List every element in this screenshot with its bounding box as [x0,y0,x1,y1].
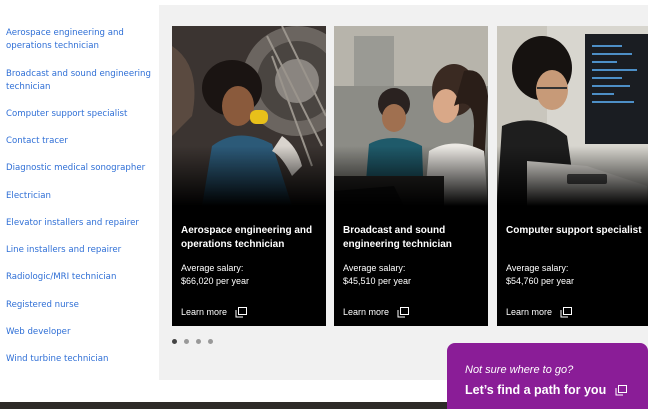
career-link-computer-support[interactable]: Computer support specialist [6,108,151,121]
card-photo-computer-support [497,26,648,206]
career-link-nurse[interactable]: Registered nurse [6,299,151,312]
carousel-dot-4[interactable] [208,339,213,344]
salary-label: Average salary: [343,263,406,273]
career-link-line-installers[interactable]: Line installers and repairer [6,244,151,257]
salary-value: $45,510 per year [343,276,412,286]
find-path-cta[interactable]: Not sure where to go? Let’s find a path … [447,343,648,409]
career-link-web-developer[interactable]: Web developer [6,326,151,339]
career-card-broadcast[interactable]: Broadcast and sound engineering technici… [334,26,488,326]
card-photo-broadcast [334,26,488,206]
external-link-icon [235,306,248,317]
external-link-icon [397,306,410,317]
career-link-contact-tracer[interactable]: Contact tracer [6,135,151,148]
career-link-elevator[interactable]: Elevator installers and repairer [6,217,151,230]
learn-more-link[interactable]: Learn more [343,306,410,318]
learn-more-link[interactable]: Learn more [506,306,573,318]
learn-more-label: Learn more [181,307,228,317]
career-link-aerospace[interactable]: Aerospace engineering and operations tec… [6,27,151,53]
salary-value: $66,020 per year [181,276,250,286]
career-link-wind-turbine[interactable]: Wind turbine technician [6,353,151,366]
salary-value: $54,760 per year [506,276,575,286]
salary-label: Average salary: [506,263,569,273]
career-link-broadcast[interactable]: Broadcast and sound engineering technici… [6,68,151,94]
card-photo-aerospace [172,26,326,206]
card-title: Broadcast and sound engineering technici… [343,225,452,250]
career-link-radiologic[interactable]: Radiologic/MRI technician [6,271,151,284]
cta-title-row: Let’s find a path for you [465,383,628,397]
carousel-dot-3[interactable] [196,339,201,344]
career-card-aerospace[interactable]: Aerospace engineering and operations tec… [172,26,326,326]
cta-subtitle: Not sure where to go? [465,364,574,376]
cta-title: Let’s find a path for you [465,383,607,397]
learn-more-link[interactable]: Learn more [181,306,248,318]
card-title: Aerospace engineering and operations tec… [181,225,313,250]
career-card-computer-support[interactable]: Computer support specialist Average sala… [497,26,648,326]
external-link-icon [615,384,628,395]
carousel-dot-1[interactable] [172,339,177,344]
carousel-pagination [172,339,220,344]
external-link-icon [560,306,573,317]
learn-more-label: Learn more [343,307,390,317]
salary-label: Average salary: [181,263,244,273]
career-link-sonographer[interactable]: Diagnostic medical sonographer [6,162,151,175]
card-title: Computer support specialist [506,225,642,236]
learn-more-label: Learn more [506,307,553,317]
carousel-dot-2[interactable] [184,339,189,344]
career-link-electrician[interactable]: Electrician [6,190,151,203]
